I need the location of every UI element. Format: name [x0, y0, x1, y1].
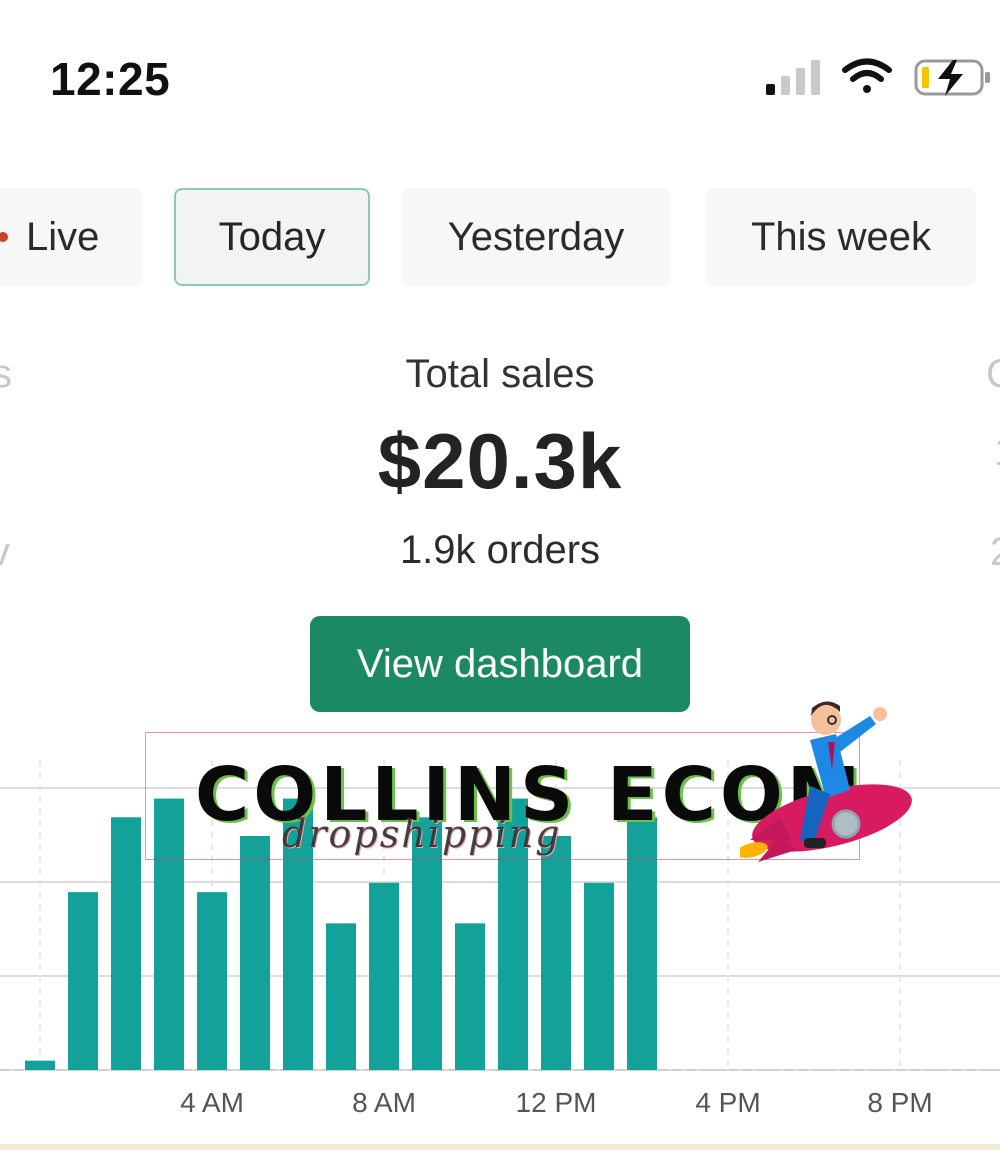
chart-bar[interactable]	[197, 892, 227, 1070]
chart-bar[interactable]	[584, 882, 614, 1070]
x-tick-label: 4 AM	[180, 1087, 244, 1118]
status-time: 12:25	[50, 53, 171, 105]
tab-live-label: Live	[26, 214, 100, 259]
wifi-icon	[842, 58, 892, 93]
tab-today[interactable]: Today	[174, 188, 370, 286]
metric-value: $20.3k	[377, 417, 623, 505]
x-tick-label: 8 AM	[352, 1087, 416, 1118]
tab-yesterday[interactable]: Yesterday	[402, 188, 670, 286]
status-bar: 12:25	[0, 0, 1000, 150]
chart-bar[interactable]	[111, 817, 141, 1070]
chart-bar[interactable]	[326, 923, 356, 1070]
battery-charging-icon	[914, 59, 990, 96]
chart-bar[interactable]	[25, 1060, 55, 1070]
cellular-signal-icon	[766, 60, 820, 95]
chart-bar[interactable]	[240, 836, 270, 1070]
tab-this-week-label: This week	[750, 214, 932, 259]
x-tick-label: 12 PM	[516, 1087, 597, 1118]
view-dashboard-button[interactable]: View dashboard	[310, 616, 690, 712]
tab-this-week[interactable]: This week	[706, 188, 976, 286]
chart-bar[interactable]	[68, 892, 98, 1070]
metric-label: Total sales	[405, 352, 595, 396]
chart-bar[interactable]	[369, 882, 399, 1070]
x-tick-label: 8 PM	[867, 1087, 932, 1118]
status-icons	[766, 58, 990, 96]
x-tick-label: 4 PM	[695, 1087, 760, 1118]
period-tabs: Live Today Yesterday This week	[0, 188, 1000, 288]
bottom-divider	[0, 1144, 1000, 1150]
watermark-subtitle: dropshipping	[282, 812, 562, 856]
tab-yesterday-label: Yesterday	[447, 214, 625, 259]
tab-live[interactable]: Live	[0, 188, 142, 286]
rocket-mascot-icon	[740, 701, 912, 862]
chart-bar[interactable]	[541, 836, 571, 1070]
metric-orders: 1.9k orders	[399, 528, 601, 572]
live-dot-icon	[0, 232, 8, 242]
tab-today-label: Today	[218, 214, 326, 259]
chart-bar[interactable]	[455, 923, 485, 1070]
